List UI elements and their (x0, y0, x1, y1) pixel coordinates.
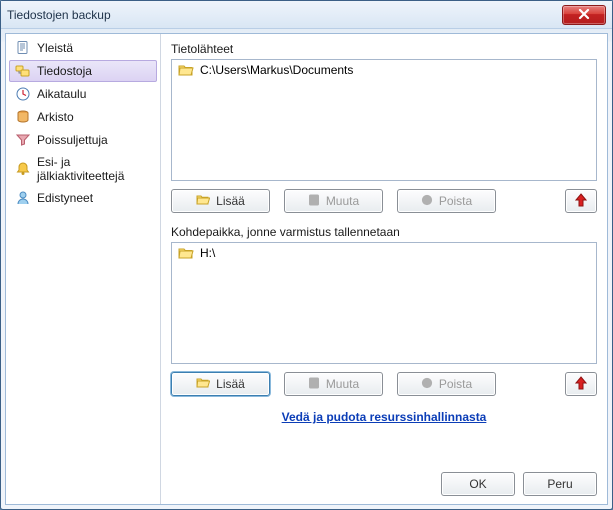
button-label: Poista (439, 194, 472, 208)
client-area: Yleistä Tiedostoja Aikataulu Arkisto (5, 33, 608, 505)
window: Tiedostojen backup Yleistä Tiedostoja (0, 0, 613, 510)
sources-buttons: Lisää Muuta Poista (171, 189, 597, 213)
sidebar-item-label: Yleistä (37, 41, 73, 55)
list-item-path: H:\ (200, 246, 215, 260)
database-icon (15, 109, 31, 125)
main-panel: Tietolähteet C:\Users\Markus\Documents L… (161, 34, 607, 504)
dest-label: Kohdepaikka, jonne varmistus tallennetaa… (171, 225, 597, 239)
drag-drop-link[interactable]: Vedä ja pudota resurssinhallinnasta (171, 410, 597, 424)
button-label: OK (469, 477, 486, 491)
list-item[interactable]: C:\Users\Markus\Documents (172, 60, 596, 80)
sidebar-item-archive[interactable]: Arkisto (9, 106, 157, 128)
sources-label: Tietolähteet (171, 42, 597, 56)
sidebar-item-activities[interactable]: Esi- ja jälkiaktiviteettejä (9, 152, 157, 186)
bell-icon (15, 161, 31, 177)
page-icon (15, 40, 31, 56)
close-icon (578, 9, 590, 20)
properties-icon (308, 377, 320, 392)
sources-edit-button[interactable]: Muuta (284, 189, 383, 213)
sidebar-item-label: Tiedostoja (37, 64, 92, 78)
folder-add-icon (196, 377, 210, 392)
dialog-buttons: OK Peru (171, 462, 597, 496)
sources-remove-button[interactable]: Poista (397, 189, 496, 213)
sidebar-item-label: Poissuljettuja (37, 133, 108, 147)
button-label: Muuta (326, 194, 359, 208)
window-title: Tiedostojen backup (7, 8, 111, 22)
folder-open-icon (178, 246, 194, 260)
folder-open-icon (178, 63, 194, 77)
titlebar: Tiedostojen backup (1, 1, 612, 29)
sidebar-item-label: Arkisto (37, 110, 74, 124)
dest-edit-button[interactable]: Muuta (284, 372, 383, 396)
dest-remove-button[interactable]: Poista (397, 372, 496, 396)
dest-add-button[interactable]: Lisää (171, 372, 270, 396)
sources-list[interactable]: C:\Users\Markus\Documents (171, 59, 597, 181)
sidebar-item-excluded[interactable]: Poissuljettuja (9, 129, 157, 151)
button-label: Poista (439, 377, 472, 391)
sidebar-item-files[interactable]: Tiedostoja (9, 60, 157, 82)
button-label: Lisää (216, 194, 245, 208)
button-label: Muuta (326, 377, 359, 391)
button-label: Peru (547, 477, 572, 491)
list-item-path: C:\Users\Markus\Documents (200, 63, 353, 77)
sidebar: Yleistä Tiedostoja Aikataulu Arkisto (6, 34, 161, 504)
prohibit-icon (421, 194, 433, 209)
close-button[interactable] (562, 5, 606, 25)
dest-moveup-button[interactable] (565, 372, 597, 396)
arrow-up-icon (575, 376, 587, 393)
properties-icon (308, 194, 320, 209)
clock-icon (15, 86, 31, 102)
filter-icon (15, 132, 31, 148)
folder-tree-icon (15, 63, 31, 79)
cancel-button[interactable]: Peru (523, 472, 597, 496)
ok-button[interactable]: OK (441, 472, 515, 496)
sidebar-item-schedule[interactable]: Aikataulu (9, 83, 157, 105)
list-item[interactable]: H:\ (172, 243, 596, 263)
sources-moveup-button[interactable] (565, 189, 597, 213)
button-label: Lisää (216, 377, 245, 391)
sources-add-button[interactable]: Lisää (171, 189, 270, 213)
sidebar-item-general[interactable]: Yleistä (9, 37, 157, 59)
arrow-up-icon (575, 193, 587, 210)
folder-add-icon (196, 194, 210, 209)
sidebar-item-label: Esi- ja jälkiaktiviteettejä (37, 155, 149, 183)
dest-list[interactable]: H:\ (171, 242, 597, 364)
sidebar-item-advanced[interactable]: Edistyneet (9, 187, 157, 209)
prohibit-icon (421, 377, 433, 392)
sidebar-item-label: Aikataulu (37, 87, 86, 101)
dest-buttons: Lisää Muuta Poista (171, 372, 597, 396)
user-icon (15, 190, 31, 206)
sidebar-item-label: Edistyneet (37, 191, 93, 205)
